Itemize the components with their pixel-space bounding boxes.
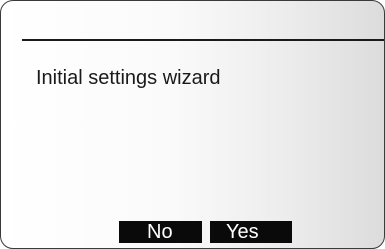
no-button-label: No bbox=[147, 221, 173, 243]
header-divider bbox=[22, 39, 384, 41]
yes-button[interactable]: Yes bbox=[210, 221, 292, 243]
screen-title: Initial settings wizard bbox=[36, 67, 221, 89]
no-button[interactable]: No bbox=[119, 221, 202, 243]
lcd-screen: Initial settings wizard No Yes bbox=[0, 0, 385, 249]
yes-button-label: Yes bbox=[226, 221, 259, 243]
